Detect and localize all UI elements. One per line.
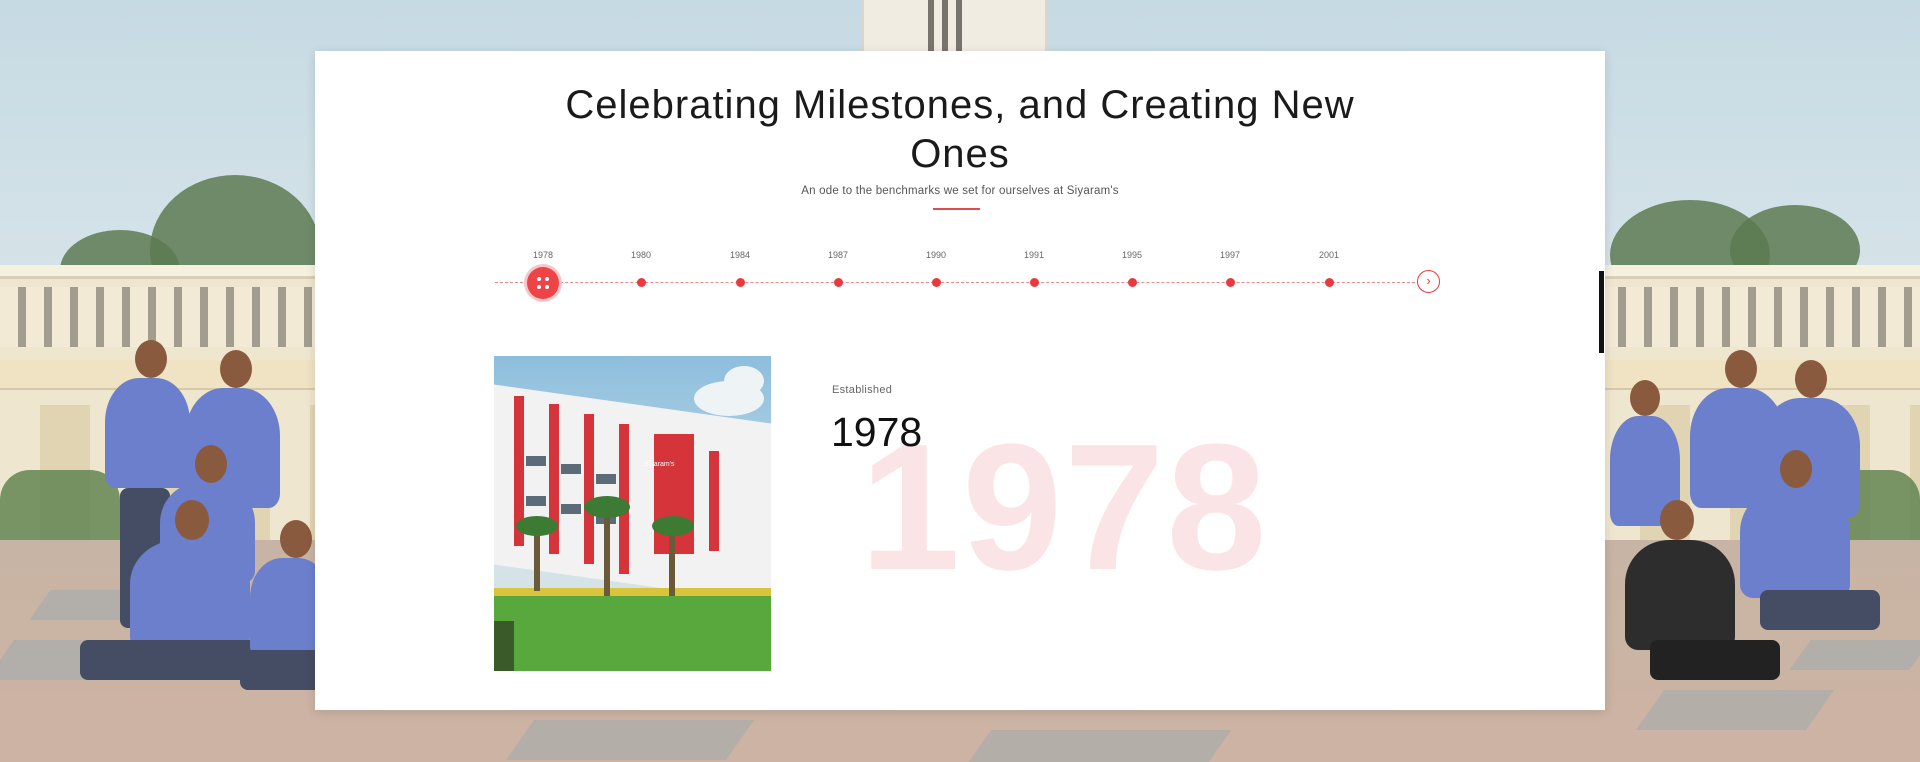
scroll-indicator[interactable]	[1599, 271, 1604, 353]
timeline-dot[interactable]	[1225, 278, 1235, 287]
timeline-dot[interactable]	[1127, 278, 1137, 287]
timeline-dot[interactable]	[833, 278, 843, 287]
timeline-dot[interactable]	[931, 278, 941, 287]
timeline-year-label[interactable]: 1991	[1004, 250, 1064, 260]
timeline-year-label[interactable]: 1990	[906, 250, 966, 260]
timeline-track	[495, 282, 1430, 283]
timeline-year-label[interactable]: 1978	[513, 250, 573, 260]
timeline-year-label[interactable]: 1984	[710, 250, 770, 260]
milestone-label: Established	[832, 384, 893, 396]
milestones-card: Celebrating Milestones, and Creating New…	[315, 51, 1605, 710]
milestone-image: Siyaram's	[494, 356, 771, 671]
chevron-right-icon: ›	[1426, 273, 1431, 288]
timeline-dot[interactable]	[636, 278, 646, 287]
section-title: Celebrating Milestones, and Creating New…	[565, 83, 1355, 176]
timeline-dot[interactable]	[1029, 278, 1039, 287]
timeline-year-label[interactable]: 1980	[611, 250, 671, 260]
timeline-next-button[interactable]: ›	[1417, 270, 1440, 293]
timeline-year-label[interactable]: 1997	[1200, 250, 1260, 260]
timeline-dot[interactable]	[1324, 278, 1334, 287]
timeline-year-label[interactable]: 1995	[1102, 250, 1162, 260]
section-subtitle: An ode to the benchmarks we set for ours…	[801, 185, 1119, 197]
building-sign: Siyaram's	[644, 461, 675, 468]
title-underline	[933, 208, 980, 210]
timeline-year-label[interactable]: 2001	[1299, 250, 1359, 260]
timeline-year-label[interactable]: 1987	[808, 250, 868, 260]
milestone-year: 1978	[831, 409, 923, 455]
timeline-dot-active[interactable]	[527, 267, 559, 299]
timeline-dot[interactable]	[735, 278, 745, 287]
